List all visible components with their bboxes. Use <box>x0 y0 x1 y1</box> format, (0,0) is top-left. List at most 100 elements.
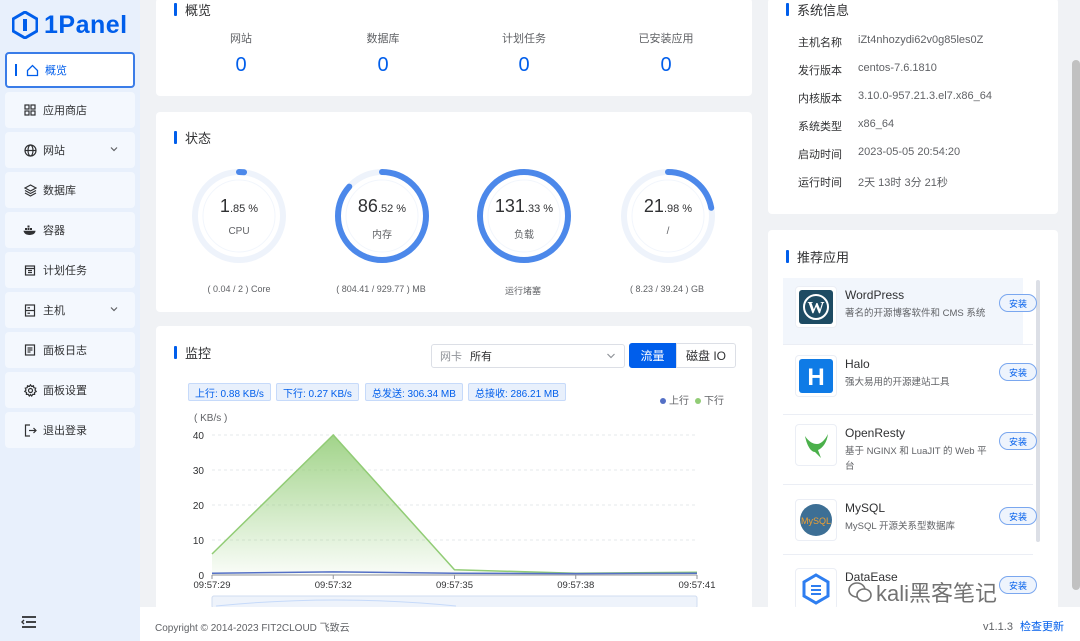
app-desc: MySQL 开源关系型数据库 <box>845 521 955 532</box>
sysinfo-row-arch: 系统类型 x86_64 <box>798 118 894 134</box>
grid-icon <box>23 103 37 117</box>
openresty-icon <box>795 424 837 466</box>
overview-value: 0 <box>235 54 247 76</box>
overview-value: 0 <box>660 54 672 76</box>
sidebar-item-cron[interactable]: 计划任务 <box>5 252 135 288</box>
system-info-card: 系统信息 主机名称 iZt4nhozydi62v0g85les0Z 发行版本 cen… <box>768 0 1058 214</box>
sysinfo-key: 系统类型 <box>798 121 842 133</box>
card-title: 系统信息 <box>786 0 849 19</box>
sysinfo-value: centos-7.6.1810 <box>858 62 937 74</box>
y-tick-label: 10 <box>193 536 205 547</box>
sidebar-item-database[interactable]: 数据库 <box>5 172 135 208</box>
overview-value: 0 <box>518 54 530 76</box>
x-tick-label: 09:57:35 <box>436 580 473 591</box>
overview-value: 0 <box>377 54 389 76</box>
gauge-detail: ( 8.23 / 39.24 ) GB <box>629 284 705 294</box>
check-update-link[interactable]: 检查更新 <box>1020 621 1064 633</box>
card-title: 概览 <box>174 0 211 19</box>
sysinfo-row-boot-time: 启动时间 2023-05-05 20:54:20 <box>798 146 960 162</box>
traffic-chart: ( KB/s )01020304009:57:29 09:57:32 09:57:3… <box>193 413 716 609</box>
divider <box>783 484 1033 485</box>
divider <box>783 554 1033 555</box>
gauge-value-dec: .33 % <box>524 203 554 215</box>
install-button[interactable]: 安装 <box>999 432 1037 450</box>
gauge-value-int: 21 <box>643 196 664 216</box>
gear-icon <box>23 383 37 397</box>
collapse-menu-icon[interactable] <box>20 614 38 630</box>
sysinfo-key: 运行时间 <box>798 177 842 189</box>
sysinfo-row-release: 发行版本 centos-7.6.1810 <box>798 62 937 78</box>
app-item-openresty[interactable]: OpenResty 基于 NGINX 和 LuaJIT 的 Web 平台 安装 <box>783 416 1037 482</box>
logo-icon <box>12 11 38 39</box>
sidebar-item-website[interactable]: 网站 <box>5 132 135 168</box>
app-item-halo[interactable]: H Halo 强大易用的开源建站工具 安装 <box>783 347 1037 413</box>
sysinfo-value: 2023-05-05 20:54:20 <box>858 146 961 158</box>
logo[interactable]: 1Panel <box>12 8 128 42</box>
gauge-value: 131.33 % <box>474 196 574 217</box>
app-item-wordpress[interactable]: W WordPress 著名的开源博客软件和 CMS 系统 安装 <box>783 278 1037 344</box>
sysinfo-row-hostname: 主机名称 iZt4nhozydi62v0g85les0Z <box>798 34 983 50</box>
overview-item-cron[interactable]: 计划任务 0 <box>449 30 599 77</box>
footer: Copyright © 2014-2023 FIT2CLOUD 飞致云 v1.1… <box>140 607 1080 641</box>
gauge-value-dec: .52 % <box>377 203 407 215</box>
sidebar-item-panel-log[interactable]: 面板日志 <box>5 332 135 368</box>
sysinfo-value: 2天 13时 3分 21秒 <box>858 177 948 189</box>
install-button[interactable]: 安装 <box>999 576 1037 594</box>
sidebar-item-label: 网站 <box>43 145 65 157</box>
home-icon <box>25 63 39 77</box>
overview-item-database[interactable]: 数据库 0 <box>308 30 458 77</box>
sidebar-menu: 概览 应用商店 网站 数据库 容器 计划任务 主机 面板日志 面板设置 退出登录 <box>5 52 135 452</box>
sysinfo-row-uptime: 运行时间 2天 13时 3分 21秒 <box>798 174 948 190</box>
sidebar-item-host[interactable]: 主机 <box>5 292 135 328</box>
gauge-cpu: 1.85 % CPU <box>189 166 289 266</box>
halo-icon: H <box>795 355 837 397</box>
recommended-apps-card: 推荐应用 W WordPress 著名的开源博客软件和 CMS 系统 安装 H … <box>768 230 1058 616</box>
gauge-label: 负载 <box>514 230 534 241</box>
sysinfo-value: iZt4nhozydi62v0g85les0Z <box>858 34 984 46</box>
overview-item-installed-apps[interactable]: 已安装应用 0 <box>591 30 741 77</box>
gauge-value: 21.98 % <box>618 196 718 217</box>
sidebar-item-container[interactable]: 容器 <box>5 212 135 248</box>
install-button[interactable]: 安装 <box>999 294 1037 312</box>
svg-text:MySQL: MySQL <box>801 516 831 526</box>
gauge-value: 86.52 % <box>332 196 432 217</box>
sidebar-item-label: 主机 <box>43 305 65 317</box>
overview-item-website[interactable]: 网站 0 <box>166 30 316 77</box>
docker-icon <box>23 223 37 237</box>
gauge-label: / <box>666 226 670 237</box>
sidebar-item-overview[interactable]: 概览 <box>5 52 135 88</box>
install-button[interactable]: 安装 <box>999 363 1037 381</box>
apps-scrollbar[interactable] <box>1036 280 1040 542</box>
gauge-label: CPU <box>228 226 250 237</box>
app-item-mysql[interactable]: MySQL MySQL MySQL 开源关系型数据库 安装 <box>783 491 1037 557</box>
copyright-text: Copyright © 2014-2023 FIT2CLOUD 飞致云 <box>155 623 350 634</box>
gauge-memory: 86.52 % 内存 <box>332 166 432 266</box>
sysinfo-value: x86_64 <box>858 118 895 130</box>
install-button[interactable]: 安装 <box>999 507 1037 525</box>
sidebar-item-panel-settings[interactable]: 面板设置 <box>5 372 135 408</box>
watermark-text: kali黑客笔记 <box>876 581 998 606</box>
svg-text:H: H <box>807 364 824 391</box>
sidebar-item-label: 应用商店 <box>43 105 87 117</box>
app-name: MySQL <box>845 501 886 515</box>
app-name: WordPress <box>845 288 905 302</box>
sidebar: 1Panel 概览 应用商店 网站 数据库 容器 计划任务 主机 面板日志 面板… <box>0 0 140 641</box>
app-desc: 基于 NGINX 和 LuaJIT 的 Web 平台 <box>845 446 987 472</box>
server-icon <box>23 303 37 317</box>
y-tick-label: 40 <box>193 431 205 442</box>
sidebar-item-label: 退出登录 <box>43 425 87 437</box>
x-tick-label: 09:57:38 <box>557 580 594 591</box>
sysinfo-key: 启动时间 <box>798 149 842 161</box>
database-icon <box>23 183 37 197</box>
app-name: Halo <box>845 357 870 371</box>
page-scrollbar[interactable] <box>1072 60 1080 590</box>
x-tick-label: 09:57:32 <box>315 580 352 591</box>
sidebar-item-label: 面板日志 <box>43 345 87 357</box>
app-name: OpenResty <box>845 426 906 440</box>
sidebar-item-app-store[interactable]: 应用商店 <box>5 92 135 128</box>
log-icon <box>23 343 37 357</box>
chevron-down-icon <box>110 147 118 152</box>
gauge-value-dec: .85 % <box>229 203 259 215</box>
x-tick-label: 09:57:41 <box>679 580 716 591</box>
sidebar-item-logout[interactable]: 退出登录 <box>5 412 135 448</box>
